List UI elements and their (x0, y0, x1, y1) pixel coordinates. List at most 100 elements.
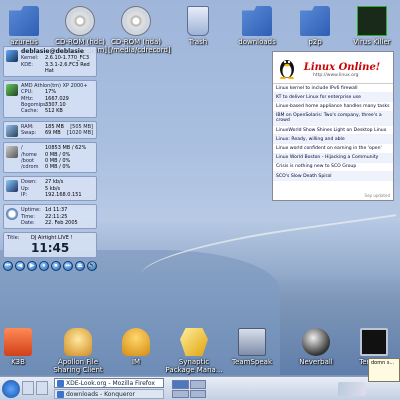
volume-button[interactable]: 🔊 (87, 260, 97, 271)
launcher-im[interactable]: IM (106, 328, 166, 366)
task-firefox[interactable]: XDE-Look.org - Mozilla Firefox (54, 378, 164, 388)
rewind-button[interactable]: ◀ (15, 260, 25, 271)
news-item[interactable]: Crisis is nothing new to SCO Group (273, 163, 393, 173)
swap-value: 69 MB (45, 129, 61, 136)
launcher-label: Synaptic Package Mana... (165, 358, 223, 374)
ip-label: IP: (21, 192, 28, 199)
news-item[interactable]: SCO's Slow Death Spiral (273, 172, 393, 182)
folder-icon (300, 6, 330, 36)
pager-desktop-3[interactable] (172, 389, 189, 398)
system-monitor-panel: deblasie@deblasie Kernel: 2.6.10-1.770_FC… (3, 46, 97, 271)
desktop-icon-label: downloads (238, 38, 276, 46)
im-icon (122, 328, 150, 356)
harddisk-icon (6, 146, 18, 159)
system-tray[interactable] (338, 382, 366, 396)
news-item[interactable]: Linux kernel to include IPv6 firewall (273, 84, 393, 94)
home-button[interactable] (36, 381, 48, 395)
date-value: 22. Feb 2005 (45, 219, 78, 226)
disk-cdrom-label: /cdrom (21, 164, 39, 171)
desktop-icon-p2p[interactable]: p2p (287, 6, 343, 46)
desktop-icon-virus-killer[interactable]: Virus Killer (344, 6, 400, 46)
folder-icon (9, 6, 39, 36)
monitor-memory: RAM: 185 MB [505 MB] Swap: 69 MB [1020 MB] (3, 120, 97, 140)
eject-button[interactable]: ⏏ (75, 260, 85, 271)
launcher-label: TeamSpeak (231, 358, 273, 366)
monitor-system: deblasie@deblasie Kernel: 2.6.10-1.770_FC… (3, 46, 97, 78)
monitor-cpu: AMD Athlon(tm) XP 2000+ CPU: 17% MHz: 1667… (3, 80, 97, 118)
cache-label: Cache: (21, 108, 39, 115)
desktop-pager (172, 380, 206, 398)
monitor-network: Down: 27 kb/s Up: 5 kb/s IP: 192.168.0.151 (3, 176, 97, 202)
launcher-apollon[interactable]: Apollon File Sharing Client (48, 328, 108, 374)
neverball-icon (302, 328, 330, 356)
desktop-icon-label: Trash (188, 38, 208, 46)
cdrom-icon (65, 6, 95, 36)
launcher-label: Apollon File Sharing Client (53, 358, 103, 374)
virus-icon (357, 6, 387, 36)
desktop-icon-label: azureus (10, 38, 38, 46)
news-item[interactable]: Linux: Ready, willing and able (273, 135, 393, 145)
news-list: Linux kernel to include IPv6 firewall KT… (273, 84, 393, 182)
desktop-icon-azureus[interactable]: azureus (0, 6, 52, 46)
cdrom-icon (121, 6, 151, 36)
news-item[interactable]: Linux-based home appliance handles many … (273, 102, 393, 112)
kde-value: 3.3.1-2.6.FC3 Red Hat (45, 61, 90, 74)
desktop-icon-downloads[interactable]: downloads (229, 6, 285, 46)
news-item[interactable]: IBM on OpenSolaris: Two's company, three… (273, 111, 393, 127)
previous-button[interactable]: ⏮ (3, 260, 13, 271)
cache-value: 512 KB (45, 108, 63, 115)
pager-desktop-2[interactable] (189, 380, 206, 389)
pause-button[interactable]: ⏸ (39, 260, 49, 271)
news-url[interactable]: http://www.linux.org (313, 73, 359, 78)
task-konqueror[interactable]: downloads - Konqueror (54, 389, 164, 399)
monitor-disks: /10853 MB / 62% /home 0 MB / 0% /boot 0 MB… (3, 142, 97, 174)
date-label: Date: (21, 219, 35, 226)
clock-icon (6, 208, 18, 221)
launcher-teamspeak[interactable]: TeamSpeak (222, 328, 282, 366)
k3b-icon (4, 328, 32, 356)
network-icon (6, 180, 18, 193)
show-desktop-button[interactable] (22, 381, 34, 395)
desktop-icon-label: p2p (308, 38, 322, 46)
cpu-icon (6, 84, 18, 97)
memory-icon (6, 124, 18, 137)
news-item[interactable]: KT to deliver Linux for enterprise use (273, 93, 393, 103)
swap-label: Swap: (21, 129, 37, 136)
title-label: Title: (7, 235, 20, 242)
news-item[interactable]: LinuxWorld Show Shines Light on Desktop … (273, 126, 393, 136)
news-item[interactable]: Linux World Boston - Hijacking a Communi… (273, 153, 393, 163)
tux-icon (280, 60, 294, 79)
launcher-label: K3B (11, 358, 25, 366)
desktop-icon-label: CD-ROM (hda) [/media/cdrecord] (108, 38, 171, 54)
monitor-time: Uptime: 1d 11:37 Time: 22:11:25 Date: 22. F… (3, 204, 97, 230)
news-item[interactable]: Linux world confident on earning in the … (273, 144, 393, 154)
next-button[interactable]: ⏭ (63, 260, 73, 271)
synaptic-icon (180, 328, 208, 356)
news-brand: Linux Online! (303, 61, 381, 73)
desktop-icon-label: Virus Killer (353, 38, 391, 46)
stop-button[interactable]: ⏹ (51, 260, 61, 271)
k-menu-button[interactable] (2, 380, 20, 398)
news-footer: Sep updated (364, 192, 390, 198)
media-clock: 11:45 (31, 240, 70, 255)
media-controls: ⏮ ◀ ▶ ⏸ ⏹ ⏭ ⏏ 🔊 (3, 260, 97, 271)
pager-desktop-4[interactable] (189, 389, 206, 398)
ip-value: 192.168.0.151 (45, 192, 82, 199)
pager-desktop-1[interactable] (172, 380, 189, 389)
launcher-synaptic[interactable]: Synaptic Package Mana... (164, 328, 224, 374)
terminal-icon (360, 328, 388, 356)
news-header: Linux Online! http://www.linux.org (273, 52, 393, 84)
teamspeak-icon (238, 328, 266, 356)
desktop-icon-trash[interactable]: Trash (170, 6, 226, 46)
kde-label: KDE: (21, 61, 33, 68)
kde-icon (6, 50, 18, 62)
launcher-k3b[interactable]: K3B (0, 328, 48, 366)
play-button[interactable]: ▶ (27, 260, 37, 271)
tooltip: domn s... (368, 358, 400, 382)
desktop-icon-cdrom-hda[interactable]: CD-ROM (hda) [/media/cdrecord] (108, 6, 171, 54)
apollon-icon (64, 328, 92, 356)
monitor-media: Title: DJ Airtight LIVE ! 11:45 (3, 232, 97, 258)
news-widget: Linux Online! http://www.linux.org Linux… (272, 51, 394, 201)
disk-cdrom-value: 0 MB / 0% (45, 164, 71, 171)
launcher-neverball[interactable]: Neverball (286, 328, 346, 366)
